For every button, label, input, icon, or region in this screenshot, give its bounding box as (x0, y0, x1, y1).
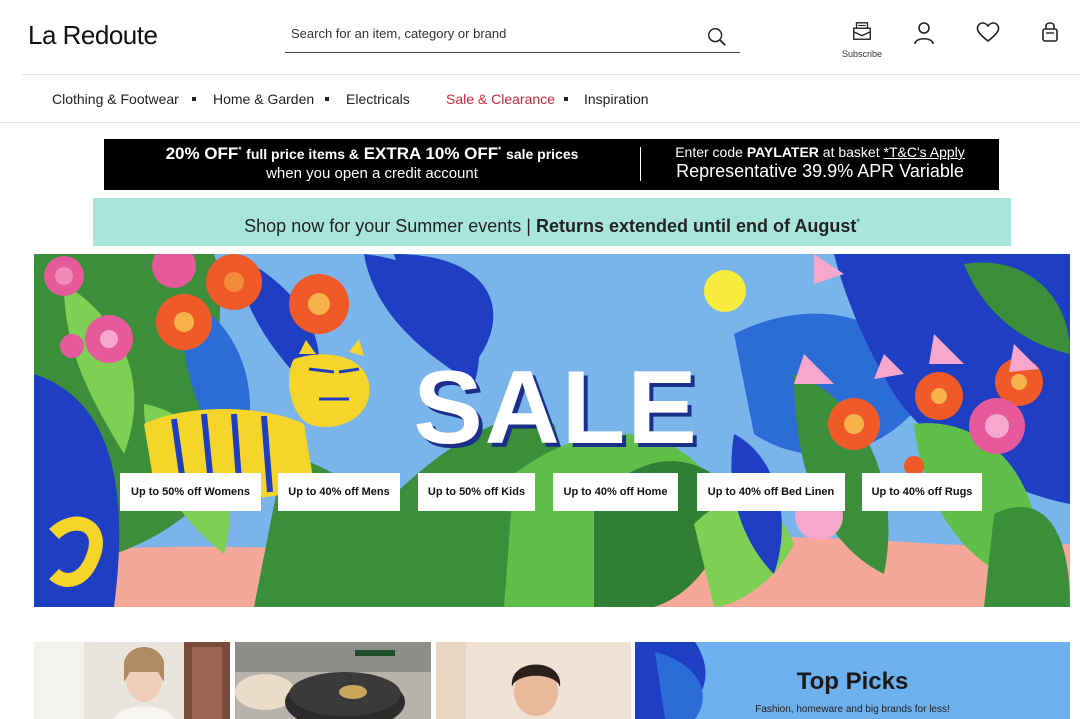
nav-item-inspiration[interactable]: Inspiration (584, 91, 649, 107)
nav-item-clothing-footwear[interactable]: Clothing & Footwear (52, 91, 179, 107)
tile-top-picks[interactable]: Top Picks Fashion, homeware and big bran… (635, 642, 1070, 719)
search-input[interactable] (291, 26, 691, 41)
credit-offer-headline: 20% OFF (165, 144, 239, 163)
user-icon (914, 22, 934, 45)
sale-mens-button[interactable]: Up to 40% off Mens (278, 473, 400, 511)
code-post: at basket (822, 144, 880, 160)
apr-text: Representative 39.9% APR Variable (676, 161, 964, 181)
terms-link[interactable]: *T&C's Apply (884, 144, 965, 160)
shopping-bag-icon (1042, 22, 1058, 42)
credit-offer-extra: EXTRA 10% OFF (363, 144, 499, 163)
summer-promo-star: * (856, 217, 860, 227)
child-photo (436, 642, 631, 719)
apr-info: Enter code PAYLATER at basket *T&C's App… (641, 144, 999, 182)
nav-separator (564, 97, 568, 101)
heart-icon (976, 22, 1000, 43)
woman-photo (34, 642, 230, 719)
summer-promo-text: Shop now for your Summer events | (244, 216, 531, 236)
wishlist-button[interactable] (968, 20, 1008, 49)
credit-offer-post: sale prices (506, 146, 579, 162)
search-icon[interactable] (706, 26, 728, 48)
top-picks-subtitle: Fashion, homeware and big brands for les… (755, 704, 950, 715)
search-bar[interactable] (285, 20, 740, 53)
sale-hero-banner[interactable]: SALE Up to 50% off Womens Up to 40% off … (34, 254, 1070, 607)
credit-promo-banner[interactable]: 20% OFF* full price items & EXTRA 10% OF… (104, 139, 999, 190)
sale-home-button[interactable]: Up to 40% off Home (553, 473, 678, 511)
promo-code: PAYLATER (746, 144, 819, 160)
account-button[interactable] (904, 20, 944, 51)
site-header: La Redoute Subscribe (0, 0, 1080, 74)
envelope-icon (853, 22, 871, 40)
sale-bed-linen-button[interactable]: Up to 40% off Bed Linen (697, 473, 845, 511)
credit-offer: 20% OFF* full price items & EXTRA 10% OF… (104, 144, 640, 182)
tile-kids[interactable] (436, 642, 631, 719)
cookware-photo (235, 642, 431, 719)
tile-home-cookware[interactable] (235, 642, 431, 719)
basket-button[interactable] (1030, 20, 1070, 49)
subscribe-button[interactable]: Subscribe (842, 20, 882, 59)
nav-separator (192, 97, 196, 101)
nav-item-home-garden[interactable]: Home & Garden (213, 91, 314, 107)
sale-headline: SALE (413, 350, 699, 466)
code-pre: Enter code (675, 144, 743, 160)
sale-rugs-button[interactable]: Up to 40% off Rugs (862, 473, 982, 511)
nav-separator (325, 97, 329, 101)
summer-promo-bold: Returns extended until end of August (535, 216, 857, 236)
site-logo[interactable]: La Redoute (28, 20, 158, 51)
summer-promo-banner[interactable]: Shop now for your Summer events | Return… (93, 198, 1011, 246)
sale-womens-button[interactable]: Up to 50% off Womens (120, 473, 261, 511)
tile-womens-fashion[interactable] (34, 642, 230, 719)
credit-offer-middle: full price items & (246, 146, 359, 162)
nav-item-sale-clearance[interactable]: Sale & Clearance (446, 91, 555, 107)
credit-offer-line2: when you open a credit account (266, 165, 478, 182)
nav-item-electricals[interactable]: Electricals (346, 91, 410, 107)
subscribe-label: Subscribe (842, 49, 883, 59)
top-picks-title: Top Picks (796, 668, 909, 695)
sale-kids-button[interactable]: Up to 50% off Kids (418, 473, 535, 511)
main-nav: Clothing & Footwear Home & Garden Electr… (0, 75, 1080, 123)
